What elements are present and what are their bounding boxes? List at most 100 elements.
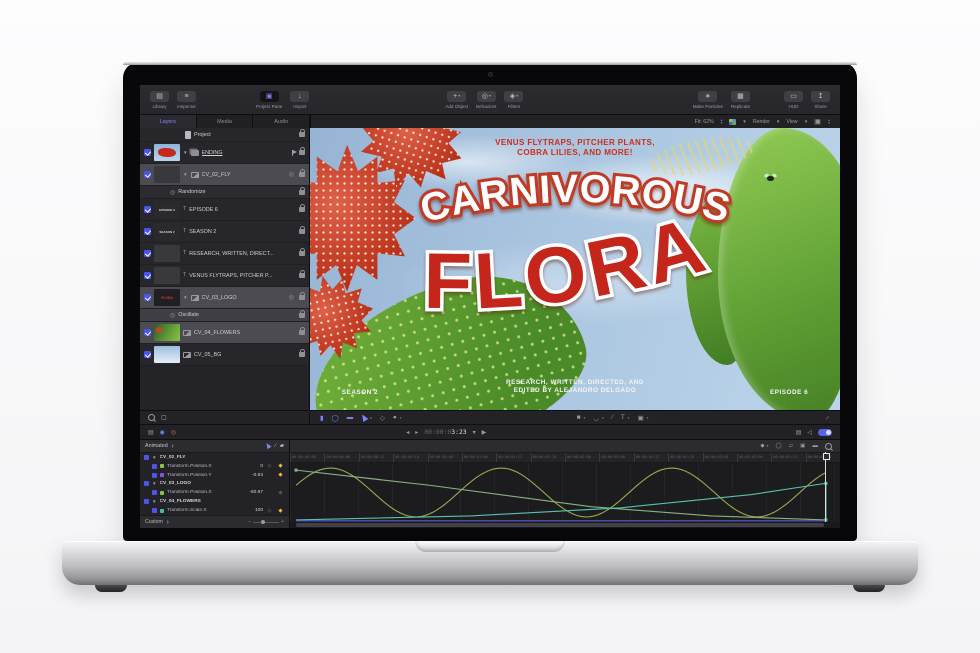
line-tool[interactable]: ∕ <box>612 414 613 421</box>
filter-icon[interactable]: ▢ <box>161 414 167 421</box>
behaviors-button[interactable]: ◎▾ Behaviors <box>476 91 496 109</box>
kf-property-row[interactable]: Transform.Position.X 0 ◇ ◆ <box>140 462 289 471</box>
playhead[interactable] <box>825 452 826 522</box>
kf-checkbox[interactable] <box>152 473 157 478</box>
kf-checkbox[interactable] <box>144 499 149 504</box>
layer-row-cv-05-bg[interactable]: CV_05_BG <box>140 344 309 366</box>
film-icon[interactable]: ▬ <box>812 443 818 449</box>
kf-group-row[interactable]: ▼ CV_02_FLY <box>140 453 289 462</box>
audio-icon[interactable]: ◁ <box>807 429 812 436</box>
lock-icon[interactable] <box>299 132 305 137</box>
kf-value[interactable]: -0.63 <box>237 473 263 478</box>
lock-icon[interactable] <box>299 295 305 300</box>
kf-checkbox[interactable] <box>144 455 149 460</box>
layer-row-episode-6[interactable]: EPISODE 6 T EPISODE 6 <box>140 199 309 221</box>
lock-icon[interactable] <box>299 330 305 335</box>
curve-plot-area[interactable] <box>290 463 840 522</box>
next-frame-button[interactable]: ▸ <box>415 429 418 436</box>
layer-row-season-2[interactable]: SEASON 2 T SEASON 2 <box>140 221 309 243</box>
disclosure-triangle[interactable]: ▼ <box>183 295 188 300</box>
lock-icon[interactable] <box>299 150 305 155</box>
select-transform-tool[interactable] <box>360 413 369 422</box>
tab-media[interactable]: Media <box>197 115 254 128</box>
view-menu[interactable]: View <box>787 119 798 125</box>
layer-row-ending[interactable]: ▼ ENDING <box>140 142 309 164</box>
view-wireframe-icon[interactable]: ◯ <box>332 414 339 422</box>
make-particles-button[interactable]: ∗ Make Particles <box>693 91 723 109</box>
layer-checkbox[interactable] <box>144 149 151 156</box>
paint-tool[interactable]: ● <box>393 414 397 421</box>
disclosure-triangle[interactable]: ▼ <box>183 172 188 177</box>
kf-checkbox[interactable] <box>152 508 157 513</box>
kf-group-row[interactable]: ▼ CV_03_LOGO <box>140 480 289 489</box>
timeline-ruler[interactable]: 00:00:00:0000:00:00:0600:00:00:1200:00:0… <box>290 453 840 463</box>
kf-interpolation-icon[interactable]: ◇ <box>266 463 273 469</box>
kf-checkbox[interactable] <box>152 490 157 495</box>
lock-icon[interactable] <box>299 190 305 195</box>
camera-icon[interactable]: ▣ <box>800 443 805 449</box>
behavior-indicator-icon[interactable]: ◎ <box>289 171 294 178</box>
timecode-display[interactable]: 00:00:03:23 <box>424 428 466 436</box>
layer-checkbox[interactable] <box>144 250 151 257</box>
lock-icon[interactable] <box>299 229 305 234</box>
view-solid-icon[interactable]: ▮ <box>320 414 324 422</box>
view-layers-icon[interactable]: ▬ <box>347 414 353 421</box>
zoom-out-icon[interactable]: − <box>248 519 251 525</box>
disclosure-triangle[interactable]: ▼ <box>152 455 157 460</box>
lock-icon[interactable] <box>299 352 305 357</box>
project-pane-button[interactable]: ▣ Project Pane <box>256 91 282 109</box>
kf-value[interactable]: -60.67 <box>237 490 263 495</box>
layer-row-research[interactable]: T RESEARCH, WRITTEN, DIRECT... <box>140 243 309 265</box>
layer-row-venus[interactable]: T VENUS FLYTRAPS, PITCHER P... <box>140 265 309 287</box>
keyframe-button[interactable]: ◆ <box>276 508 285 514</box>
zoom-level-control[interactable]: Fit: 62% <box>695 119 714 125</box>
oscillate-curve[interactable] <box>296 468 826 517</box>
layer-row-oscillate[interactable]: ◎ Oscillate <box>140 309 309 322</box>
kf-value[interactable]: 0 <box>237 464 263 469</box>
film-icon[interactable]: ▤ <box>796 429 802 436</box>
kf-property-row[interactable]: Transform.Scale.X 100 ◇ ◆ <box>140 506 289 515</box>
kf-interpolation-icon[interactable]: ◇ <box>266 508 273 514</box>
keyframe-button[interactable]: ◆ <box>276 490 285 496</box>
import-button[interactable]: ↓ Import <box>290 91 309 109</box>
lock-icon[interactable] <box>299 207 305 212</box>
edit-keyframes-tool[interactable] <box>264 442 271 449</box>
tab-audio[interactable]: Audio <box>253 115 310 128</box>
layout-stepper-icon[interactable]: ▴▾ <box>828 119 830 124</box>
kf-group-row[interactable]: ▼ CV_04_FLOWERS <box>140 497 289 506</box>
zoom-in-icon[interactable]: + <box>281 519 284 525</box>
clip-icon[interactable]: ◯ <box>776 443 782 449</box>
rectangle-tool[interactable]: ■ <box>577 414 581 421</box>
bezier-tool[interactable]: ◡ <box>593 414 599 422</box>
lock-icon[interactable] <box>299 273 305 278</box>
keyframe-marker[interactable] <box>295 469 298 472</box>
show-keyframe-editor-icon[interactable]: ◉ <box>160 429 165 436</box>
horizontal-scrollbar[interactable] <box>290 522 840 528</box>
tab-layers[interactable]: Layers <box>140 115 197 128</box>
render-menu[interactable]: Render <box>753 119 770 125</box>
layer-checkbox[interactable] <box>144 228 151 235</box>
layer-checkbox[interactable] <box>144 351 151 358</box>
add-object-button[interactable]: +▾ Add Object <box>445 91 468 109</box>
disclosure-triangle[interactable]: ▼ <box>152 481 157 486</box>
show-video-timeline-icon[interactable]: ▤ <box>148 429 154 436</box>
lock-icon[interactable] <box>299 172 305 177</box>
layer-checkbox[interactable] <box>144 329 151 336</box>
replicate-button[interactable]: ▦ Replicate <box>731 91 750 109</box>
show-audio-timeline-icon[interactable]: ◎ <box>171 429 176 436</box>
filters-button[interactable]: ◈▾ Filters <box>504 91 523 109</box>
keyframe-button[interactable]: ◆ <box>276 472 285 478</box>
kf-checkbox[interactable] <box>152 464 157 469</box>
zoom-stepper-icon[interactable]: ▴▾ <box>721 119 723 124</box>
layer-row-randomize[interactable]: ◎ Randomize <box>140 186 309 199</box>
layer-row-project[interactable]: Project <box>140 128 309 142</box>
play-button[interactable]: ▶ <box>482 429 487 436</box>
slider-track[interactable] <box>253 522 279 523</box>
keyframe-button[interactable]: ◆ <box>276 463 285 469</box>
timing-display-toggle[interactable] <box>818 429 832 436</box>
text-tool[interactable]: T <box>621 414 625 421</box>
image-icon[interactable]: ▱ <box>789 443 793 449</box>
disclosure-triangle[interactable]: ▼ <box>152 499 157 504</box>
lock-icon[interactable] <box>299 313 305 318</box>
kf-property-row[interactable]: Transform.Position.Y -0.63 ◆ <box>140 471 289 480</box>
